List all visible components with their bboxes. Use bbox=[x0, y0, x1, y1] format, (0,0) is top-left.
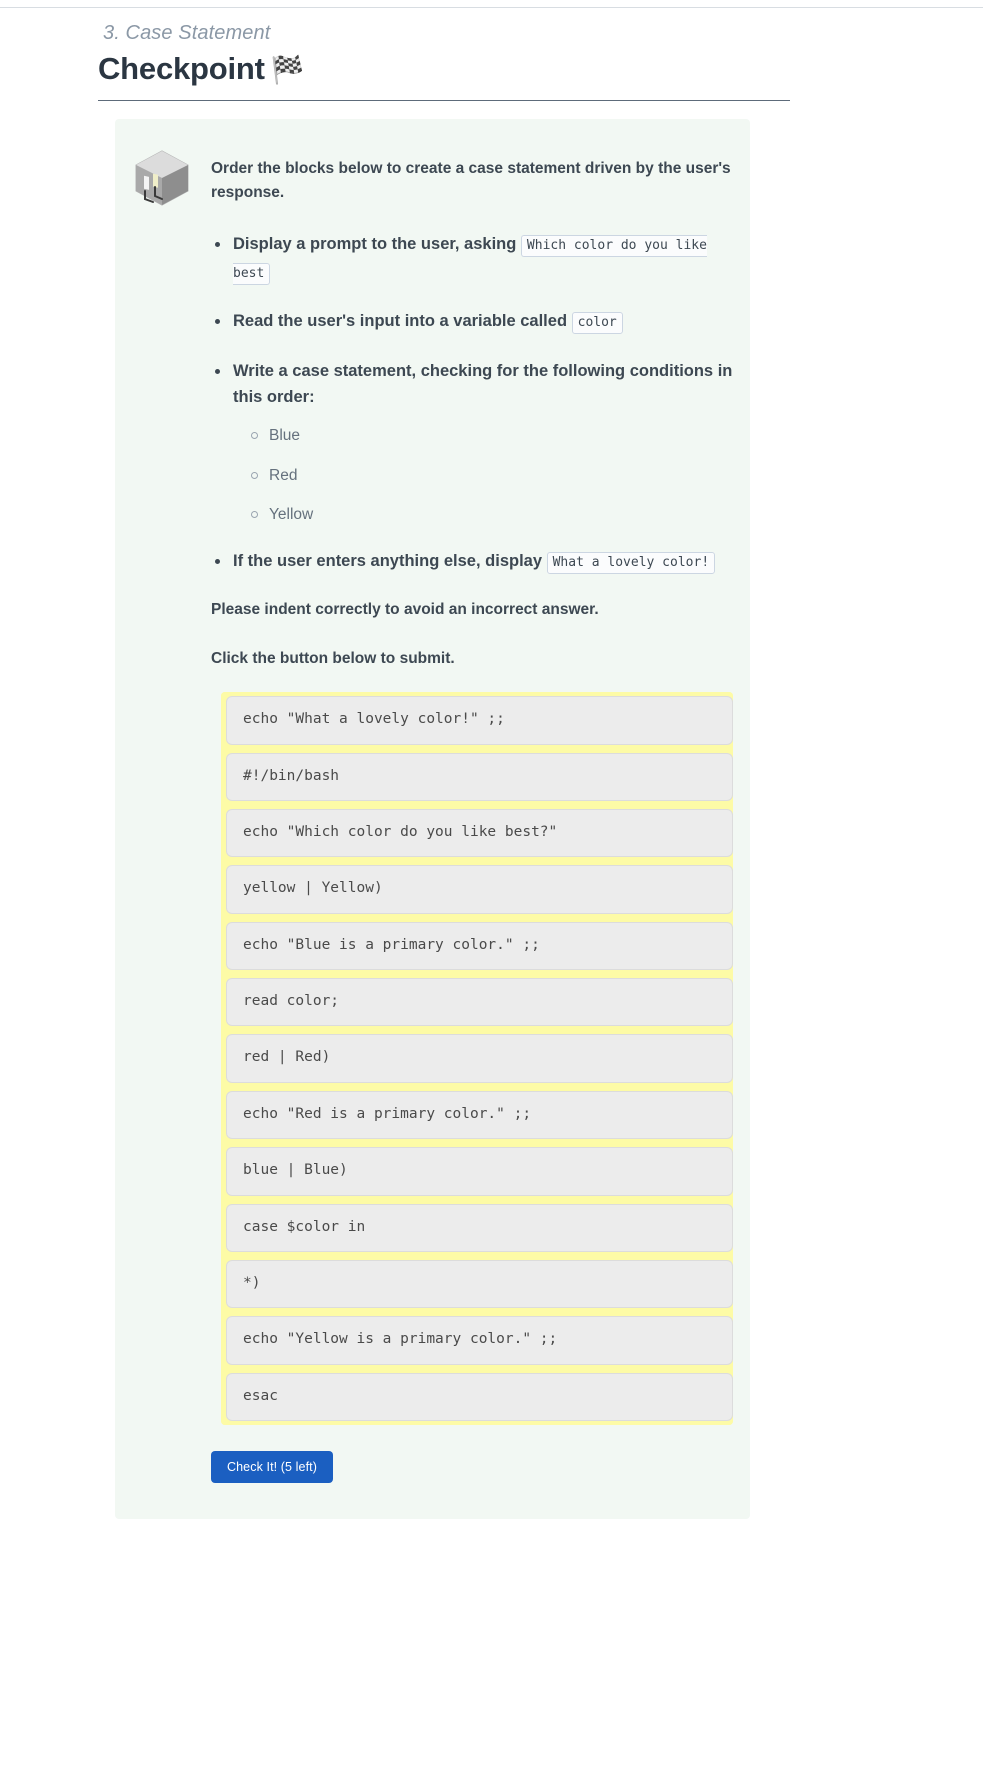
instruction-step-list: Display a prompt to the user, asking Whi… bbox=[211, 231, 736, 576]
title-divider bbox=[98, 100, 790, 101]
code-block[interactable]: read color; bbox=[226, 978, 733, 1027]
block-row[interactable]: #!/bin/bash bbox=[221, 748, 733, 805]
checkered-flag-icon: 🏁 bbox=[270, 55, 305, 85]
lesson-page: 3. Case Statement Checkpoint 🏁 Order the … bbox=[0, 0, 983, 1519]
submit-note: Click the button below to submit. bbox=[211, 649, 455, 667]
block-row[interactable]: echo "Yellow is a primary color." ;; bbox=[221, 1312, 733, 1369]
instruction-step: Write a case statement, checking for the… bbox=[211, 358, 736, 526]
block-row[interactable]: esac bbox=[221, 1368, 733, 1426]
card-content: Order the blocks below to create a case … bbox=[211, 157, 736, 1484]
inline-code: color bbox=[571, 312, 623, 335]
condition-item: Blue bbox=[249, 425, 736, 447]
lesson-breadcrumb: 3. Case Statement bbox=[103, 22, 271, 44]
checkpoint-card: Order the blocks below to create a case … bbox=[115, 119, 750, 1519]
submit-area: Check It! (5 left) bbox=[211, 1451, 736, 1484]
condition-list: Blue Red Yellow bbox=[233, 425, 736, 526]
page-title-text: Checkpoint bbox=[98, 51, 265, 86]
block-row[interactable]: red | Red) bbox=[221, 1030, 733, 1087]
code-block[interactable]: esac bbox=[226, 1372, 733, 1422]
block-row[interactable]: echo "Red is a primary color." ;; bbox=[221, 1086, 733, 1144]
inline-code: What a lovely color! bbox=[546, 551, 716, 574]
block-row[interactable]: read color; bbox=[221, 974, 733, 1031]
isometric-box-icon bbox=[131, 147, 193, 209]
instruction-step: Display a prompt to the user, asking Whi… bbox=[211, 231, 736, 286]
code-block[interactable]: echo "Which color do you like best?" bbox=[226, 808, 733, 858]
instruction-intro: Order the blocks below to create a case … bbox=[211, 160, 731, 202]
code-block[interactable]: case $color in bbox=[226, 1203, 733, 1253]
code-block[interactable]: yellow | Yellow) bbox=[226, 865, 733, 914]
step-text: Write a case statement, checking for the… bbox=[233, 362, 733, 407]
block-row[interactable]: echo "Blue is a primary color." ;; bbox=[221, 917, 733, 975]
code-block[interactable]: *) bbox=[226, 1260, 733, 1309]
code-block[interactable]: echo "Yellow is a primary color." ;; bbox=[226, 1316, 733, 1365]
code-block[interactable]: echo "Red is a primary color." ;; bbox=[226, 1090, 733, 1140]
block-row[interactable]: blue | Blue) bbox=[221, 1143, 733, 1200]
code-block[interactable]: #!/bin/bash bbox=[226, 752, 733, 801]
condition-item: Yellow bbox=[249, 504, 736, 526]
code-block[interactable]: red | Red) bbox=[226, 1034, 733, 1083]
block-row[interactable]: echo "Which color do you like best?" bbox=[221, 804, 733, 862]
code-block[interactable]: blue | Blue) bbox=[226, 1147, 733, 1196]
instruction-step: If the user enters anything else, displa… bbox=[211, 548, 736, 576]
indent-note: Please indent correctly to avoid an inco… bbox=[211, 600, 599, 618]
page-header: 3. Case Statement Checkpoint 🏁 bbox=[0, 0, 790, 101]
step-text: Display a prompt to the user, asking bbox=[233, 235, 517, 254]
check-it-button[interactable]: Check It! (5 left) bbox=[211, 1451, 334, 1484]
sortable-block-list[interactable]: echo "What a lovely color!" ;; #!/bin/ba… bbox=[221, 692, 733, 1426]
block-row[interactable]: echo "What a lovely color!" ;; bbox=[221, 692, 733, 749]
code-block[interactable]: echo "Blue is a primary color." ;; bbox=[226, 921, 733, 971]
step-text: Read the user's input into a variable ca… bbox=[233, 312, 568, 331]
block-row[interactable]: case $color in bbox=[221, 1199, 733, 1257]
block-row[interactable]: yellow | Yellow) bbox=[221, 861, 733, 918]
condition-item: Red bbox=[249, 465, 736, 487]
instruction-step: Read the user's input into a variable ca… bbox=[211, 308, 736, 336]
page-title: Checkpoint 🏁 bbox=[98, 51, 790, 100]
code-block[interactable]: echo "What a lovely color!" ;; bbox=[226, 696, 733, 745]
block-row[interactable]: *) bbox=[221, 1256, 733, 1313]
step-text: If the user enters anything else, displa… bbox=[233, 551, 543, 570]
